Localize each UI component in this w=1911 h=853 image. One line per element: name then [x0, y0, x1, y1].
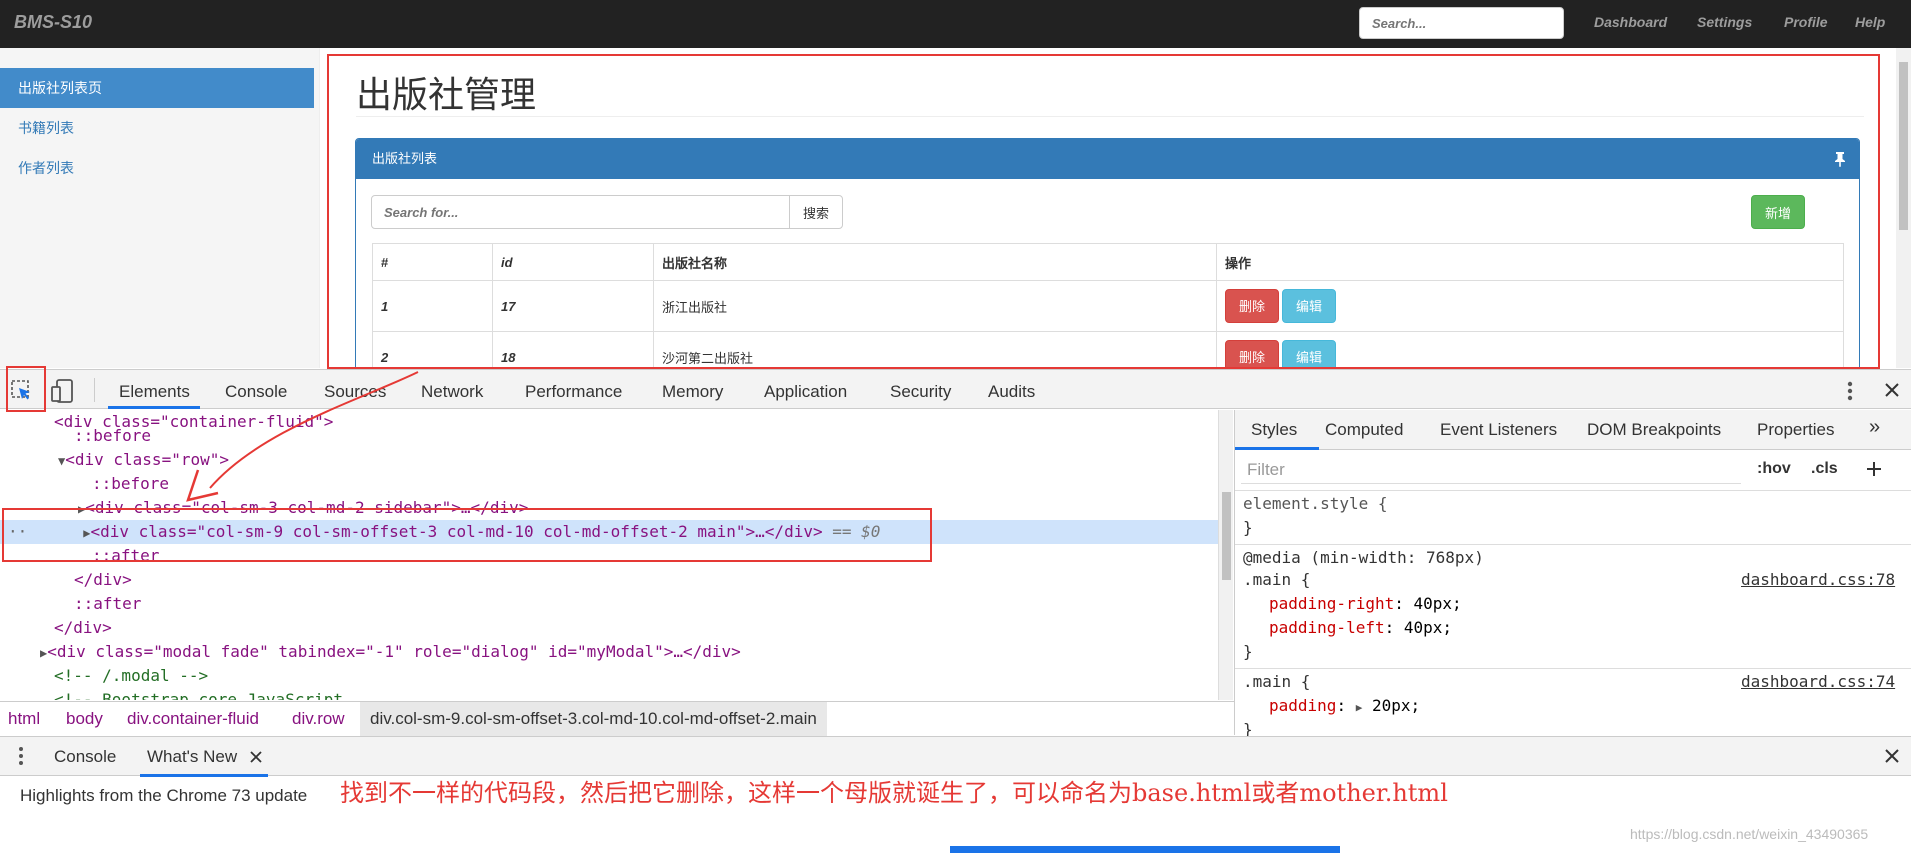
- devtools-toolbar: Elements Console Sources Network Perform…: [0, 369, 1911, 409]
- close-div: </div>: [54, 618, 112, 637]
- more-vertical-icon[interactable]: [1844, 380, 1856, 402]
- close-brace: }: [1243, 518, 1253, 537]
- tab-computed[interactable]: Computed: [1325, 420, 1403, 440]
- dom-breadcrumb: html body div.container-fluid div.row di…: [0, 701, 1234, 736]
- more-tabs-icon[interactable]: »: [1869, 416, 1880, 439]
- dom-line-row-before[interactable]: ::before: [0, 472, 1218, 496]
- drawer-tab-whats-new[interactable]: What's New: [147, 747, 237, 767]
- rule1-selector[interactable]: .main {: [1243, 570, 1310, 589]
- selected-tab-indicator: [108, 406, 200, 409]
- tab-elements[interactable]: Elements: [119, 382, 190, 402]
- styles-separator: [1235, 668, 1911, 669]
- elements-scrollbar[interactable]: [1218, 410, 1233, 700]
- comment-modal: <!-- /.modal -->: [54, 666, 209, 685]
- nav-link-settings[interactable]: Settings: [1697, 14, 1752, 30]
- tab-styles[interactable]: Styles: [1251, 420, 1297, 440]
- tab-sources[interactable]: Sources: [324, 382, 386, 402]
- tab-event-listeners[interactable]: Event Listeners: [1440, 420, 1557, 440]
- whats-new-highlights: Highlights from the Chrome 73 update: [20, 786, 308, 805]
- sidebar: 出版社列表页 书籍列表 作者列表: [0, 48, 320, 368]
- expand-shorthand-icon[interactable]: ▶: [1356, 701, 1363, 714]
- new-rule-plus-icon[interactable]: [1865, 460, 1883, 478]
- styles-separator: [1235, 490, 1911, 491]
- styles-tab-indicator: [1235, 447, 1319, 450]
- dom-line-after-2[interactable]: ::after: [0, 592, 1218, 616]
- modal-div-tag: <div class="modal fade" tabindex="-1" ro…: [47, 642, 741, 661]
- element-style-selector[interactable]: element.style {: [1243, 494, 1388, 513]
- nav-link-help[interactable]: Help: [1855, 14, 1885, 30]
- rule2-source-link[interactable]: dashboard.css:74: [1741, 672, 1895, 691]
- styles-filter-input[interactable]: Filter: [1241, 456, 1741, 484]
- device-toolbar-icon[interactable]: [50, 378, 76, 404]
- tab-console[interactable]: Console: [225, 382, 287, 402]
- navbar-search-input[interactable]: [1359, 7, 1564, 39]
- dom-line-close-container[interactable]: </div>: [0, 616, 1218, 640]
- sidebar-item-publisher-list[interactable]: 出版社列表页: [0, 68, 314, 108]
- tab-network[interactable]: Network: [421, 382, 483, 402]
- drawer-menu-icon[interactable]: [16, 745, 26, 767]
- close-tab-icon[interactable]: [250, 751, 262, 763]
- styles-tabs: Styles Computed Event Listeners DOM Brea…: [1235, 410, 1911, 450]
- whats-new-banner: [950, 846, 1340, 853]
- crumb-html[interactable]: html: [8, 702, 40, 736]
- page-scrollbar[interactable]: [1896, 48, 1911, 368]
- dom-line-comment-modal[interactable]: <!-- /.modal -->: [0, 664, 1218, 688]
- dom-line-modal[interactable]: ▶<div class="modal fade" tabindex="-1" r…: [0, 640, 1218, 664]
- tab-memory[interactable]: Memory: [662, 382, 723, 402]
- nav-link-profile[interactable]: Profile: [1784, 14, 1828, 30]
- close-div: </div>: [74, 570, 132, 589]
- styles-pane: Styles Computed Event Listeners DOM Brea…: [1234, 410, 1911, 739]
- tab-security[interactable]: Security: [890, 382, 951, 402]
- rule2-declaration-1[interactable]: padding: ▶ 20px;: [1269, 696, 1420, 715]
- close-drawer-icon[interactable]: [1884, 748, 1900, 764]
- close-brace: }: [1243, 642, 1253, 661]
- pseudo-before: ::before: [74, 426, 152, 445]
- brand-logo[interactable]: BMS-S10: [14, 12, 92, 33]
- hov-toggle[interactable]: :hov: [1757, 460, 1791, 478]
- page-scrollbar-thumb[interactable]: [1899, 62, 1908, 230]
- annotation-inspect-box: [6, 366, 46, 412]
- crumb-container-fluid[interactable]: div.container-fluid: [127, 702, 259, 736]
- dom-line-row[interactable]: ▼<div class="row">: [0, 448, 1218, 472]
- nav-link-dashboard[interactable]: Dashboard: [1594, 14, 1667, 30]
- rule2-selector[interactable]: .main {: [1243, 672, 1310, 691]
- dom-line-close-row[interactable]: </div>: [0, 568, 1218, 592]
- tab-performance[interactable]: Performance: [525, 382, 622, 402]
- rule1-declaration-2[interactable]: padding-left: 40px;: [1269, 618, 1452, 637]
- sidebar-item-author-list[interactable]: 作者列表: [0, 148, 314, 188]
- crumb-selected-main[interactable]: div.col-sm-9.col-sm-offset-3.col-md-10.c…: [360, 702, 827, 736]
- annotation-note: 找到不一样的代码段，然后把它删除，这样一个母版就诞生了，可以命名为base.ht…: [340, 779, 1448, 807]
- annotation-code-box: [2, 508, 932, 562]
- rule1-declaration-1[interactable]: padding-right: 40px;: [1269, 594, 1462, 613]
- media-query: @media (min-width: 768px): [1243, 548, 1484, 567]
- tab-audits[interactable]: Audits: [988, 382, 1035, 402]
- dom-line-comment-bootstrap[interactable]: <!-- Bootstrap core JavaScript: [0, 688, 1218, 700]
- styles-separator: [1235, 544, 1911, 545]
- pseudo-before: ::before: [92, 474, 170, 493]
- annotation-main-box: [327, 54, 1880, 369]
- toolbar-divider: [94, 378, 95, 402]
- tab-application[interactable]: Application: [764, 382, 847, 402]
- drawer-tab-console[interactable]: Console: [54, 747, 116, 767]
- drawer-tab-indicator: [140, 774, 268, 777]
- row-tag: <div class="row">: [65, 450, 229, 469]
- watermark: https://blog.csdn.net/weixin_43490365: [1630, 826, 1869, 842]
- dom-line-before[interactable]: ::before: [0, 424, 1218, 448]
- sidebar-item-book-list[interactable]: 书籍列表: [0, 108, 314, 148]
- tab-properties[interactable]: Properties: [1757, 420, 1834, 440]
- crumb-body[interactable]: body: [66, 702, 103, 736]
- comment-bootstrap: <!-- Bootstrap core JavaScript: [54, 690, 343, 700]
- devtools-drawer: Console What's New: [0, 736, 1911, 777]
- tab-dom-breakpoints[interactable]: DOM Breakpoints: [1587, 420, 1721, 440]
- rule1-source-link[interactable]: dashboard.css:78: [1741, 570, 1895, 589]
- pseudo-after: ::after: [74, 594, 142, 613]
- cls-toggle[interactable]: .cls: [1811, 460, 1838, 478]
- close-devtools-icon[interactable]: [1884, 382, 1900, 398]
- top-navbar: BMS-S10 Dashboard Settings Profile Help: [0, 0, 1911, 48]
- elements-scrollbar-thumb[interactable]: [1222, 492, 1231, 580]
- crumb-row[interactable]: div.row: [292, 702, 345, 736]
